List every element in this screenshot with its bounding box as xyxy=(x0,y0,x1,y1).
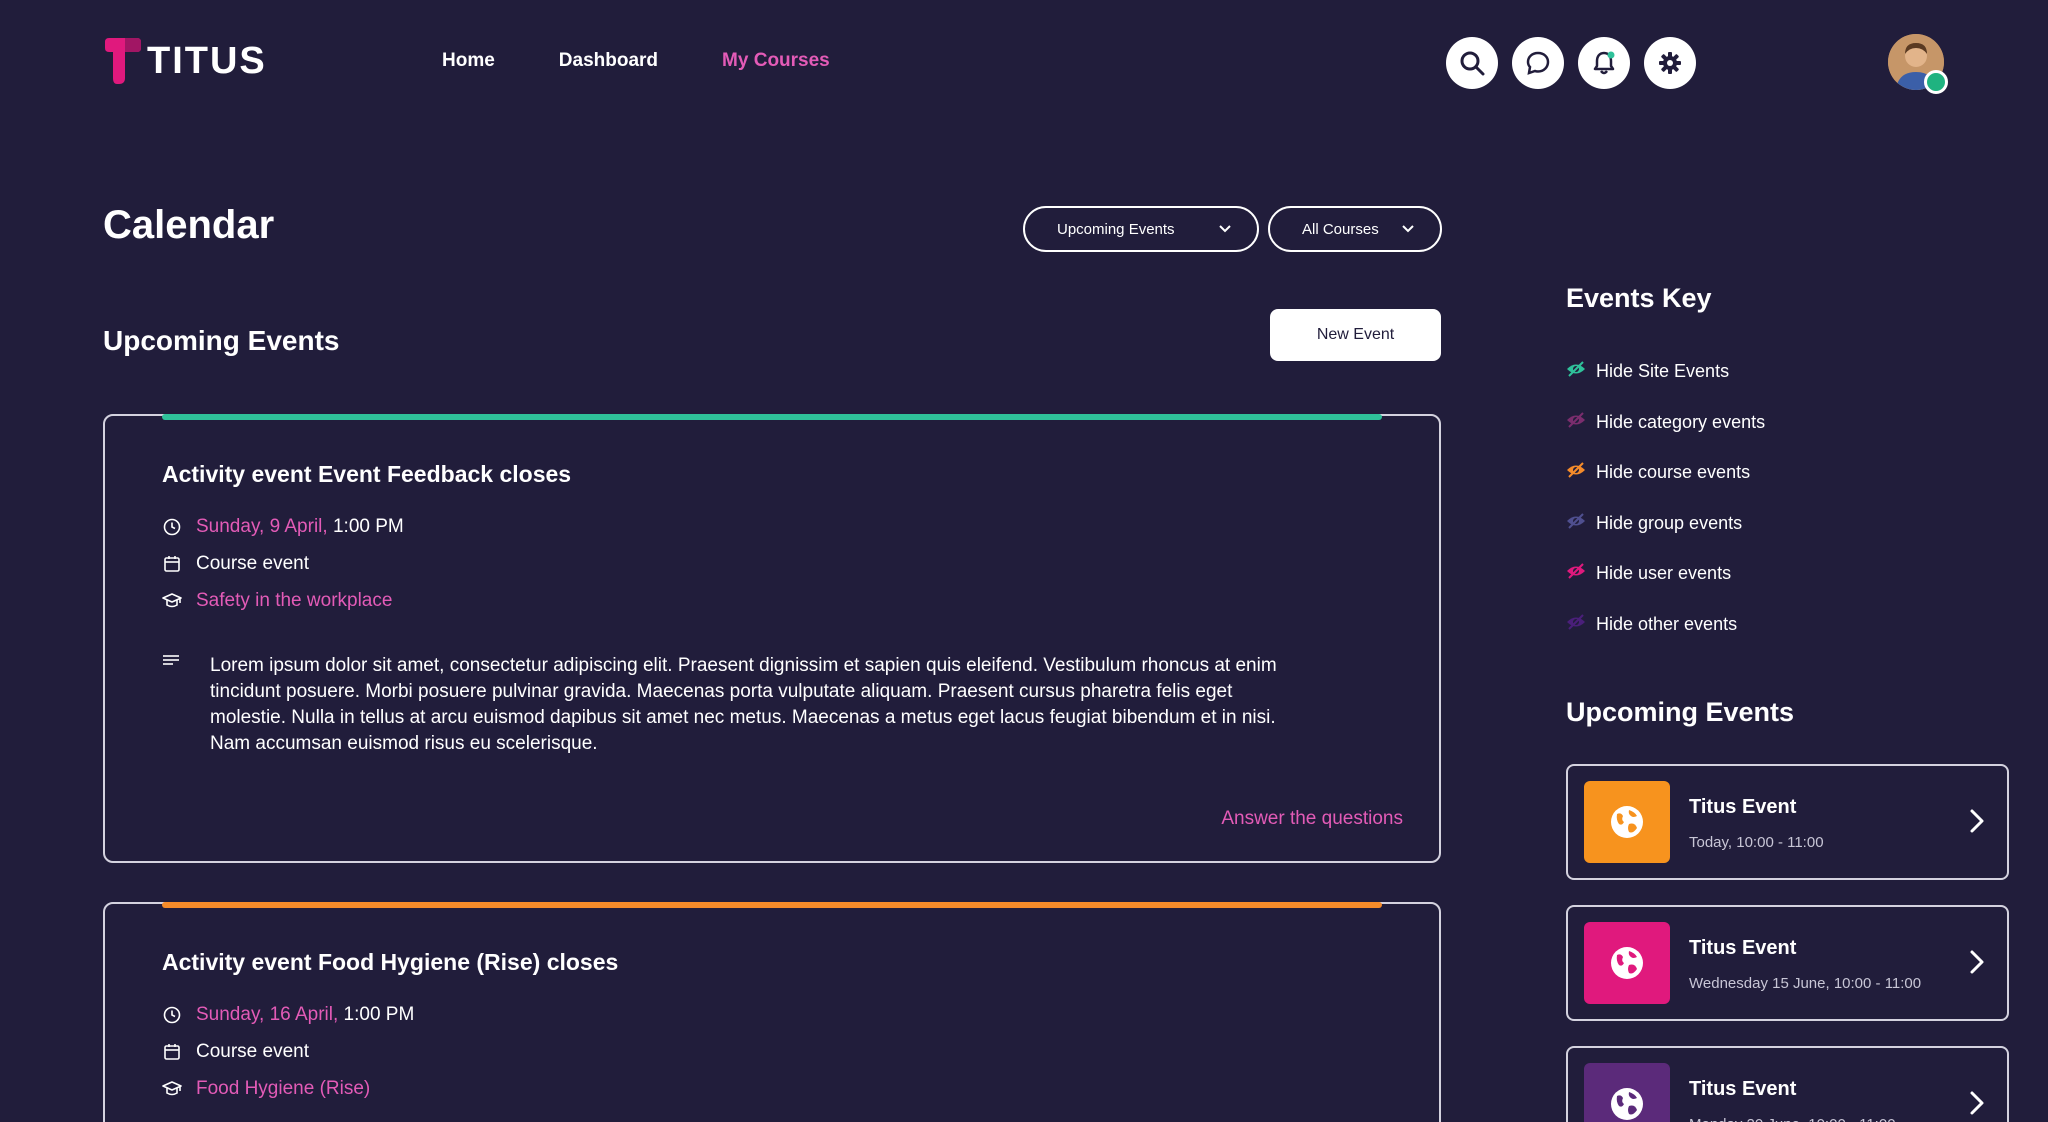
events-key-item[interactable]: Hide user events xyxy=(1566,563,1731,584)
upcoming-event-date: Wednesday 15 June, 10:00 - 11:00 xyxy=(1689,975,1922,992)
event-type-row: Course event xyxy=(162,553,309,575)
upcoming-event-name: Titus Event xyxy=(1689,1078,1797,1100)
events-key-item[interactable]: Hide category events xyxy=(1566,412,1765,433)
online-status-dot xyxy=(1924,70,1948,94)
upcoming-event-date: Monday 20 June, 10:00 - 11:00 xyxy=(1689,1116,1896,1122)
event-date: Sunday, 16 April, xyxy=(196,1004,339,1025)
calendar-page: TITUS Home Dashboard My Courses Calendar… xyxy=(0,0,2048,1122)
main-nav: Home Dashboard My Courses xyxy=(442,50,830,72)
upcoming-event-name: Titus Event xyxy=(1689,796,1797,818)
event-color-bar xyxy=(162,414,1382,420)
eye-slash-icon xyxy=(1566,361,1586,382)
event-color-bar xyxy=(162,902,1382,908)
section-title: Upcoming Events xyxy=(103,325,340,356)
event-type: Course event xyxy=(196,553,310,574)
upcoming-event-card[interactable]: Titus Event Monday 20 June, 10:00 - 11:00 xyxy=(1566,1046,2009,1122)
events-key-label: Hide course events xyxy=(1596,462,1751,482)
event-date: Sunday, 9 April, xyxy=(196,516,328,537)
page-title: Calendar xyxy=(103,203,275,247)
messages-button[interactable] xyxy=(1512,37,1564,89)
new-event-button[interactable]: New Event xyxy=(1270,309,1441,361)
event-description: Lorem ipsum dolor sit amet, consectetur … xyxy=(162,653,1300,757)
search-icon xyxy=(1460,51,1485,76)
chevron-down-icon xyxy=(1402,225,1414,233)
upcoming-title: Upcoming Events xyxy=(1566,697,1795,727)
description-lines-icon xyxy=(162,653,180,757)
settings-button[interactable] xyxy=(1644,37,1696,89)
gear-icon xyxy=(1659,52,1681,74)
notifications-button[interactable] xyxy=(1578,37,1630,89)
titus-logo[interactable]: TITUS xyxy=(103,38,267,84)
events-key-label: Hide other events xyxy=(1596,613,1738,634)
events-filter-value: Upcoming Events xyxy=(1057,220,1175,238)
upcoming-event-name: Titus Event xyxy=(1689,937,1797,959)
event-course-row: Safety in the workplace xyxy=(162,590,392,612)
event-course-row: Food Hygiene (Rise) xyxy=(162,1078,370,1100)
chevron-right-icon xyxy=(1970,950,1984,974)
events-key-item[interactable]: Hide course events xyxy=(1566,462,1750,483)
search-button[interactable] xyxy=(1446,37,1498,89)
calendar-icon xyxy=(162,1042,182,1062)
events-key-label: Hide user events xyxy=(1596,563,1732,583)
globe-icon xyxy=(1584,781,1670,863)
event-date-row: Sunday, 16 April, 1:00 PM xyxy=(162,1004,414,1026)
chat-icon xyxy=(1526,51,1550,75)
calendar-icon xyxy=(162,554,182,574)
event-title: Activity event Event Feedback closes xyxy=(162,461,572,487)
event-card: Activity event Food Hygiene (Rise) close… xyxy=(103,902,1441,1122)
eye-slash-icon xyxy=(1566,563,1586,584)
events-key-label: Hide group events xyxy=(1596,512,1743,533)
event-time: 1:00 PM xyxy=(332,516,404,537)
event-type-row: Course event xyxy=(162,1041,309,1063)
events-key-label: Hide Site Events xyxy=(1596,361,1730,381)
logo-text: TITUS xyxy=(147,39,267,82)
clock-icon xyxy=(162,1005,182,1025)
events-filter-select[interactable]: Upcoming Events xyxy=(1023,206,1259,252)
event-course-link[interactable]: Food Hygiene (Rise) xyxy=(196,1078,370,1100)
answer-questions-link[interactable]: Answer the questions xyxy=(1221,808,1403,830)
upcoming-event-card[interactable]: Titus Event Today, 10:00 - 11:00 xyxy=(1566,764,2009,880)
eye-slash-icon xyxy=(1566,411,1586,433)
eye-slash-icon xyxy=(1566,512,1586,534)
nav-my-courses[interactable]: My Courses xyxy=(722,50,830,72)
event-title: Activity event Food Hygiene (Rise) close… xyxy=(162,949,619,975)
eye-slash-icon xyxy=(1566,613,1586,635)
user-avatar[interactable] xyxy=(1888,34,1948,94)
event-type: Course event xyxy=(196,1041,310,1062)
event-time: 1:00 PM xyxy=(343,1004,415,1025)
clock-icon xyxy=(162,517,182,537)
upcoming-event-card[interactable]: Titus Event Wednesday 15 June, 10:00 - 11… xyxy=(1566,905,2009,1021)
events-key-item[interactable]: Hide Site Events xyxy=(1566,361,1729,382)
event-date-row: Sunday, 9 April, 1:00 PM xyxy=(162,516,404,538)
graduation-cap-icon xyxy=(162,591,182,611)
globe-icon xyxy=(1584,1063,1670,1122)
chevron-right-icon xyxy=(1970,809,1984,833)
upcoming-event-date: Today, 10:00 - 11:00 xyxy=(1689,834,1824,851)
chevron-down-icon xyxy=(1219,225,1231,233)
bell-icon xyxy=(1593,51,1615,75)
event-course-link[interactable]: Safety in the workplace xyxy=(196,590,392,612)
nav-dashboard[interactable]: Dashboard xyxy=(559,50,658,72)
event-description-text: Lorem ipsum dolor sit amet, consectetur … xyxy=(210,655,1277,754)
courses-filter-value: All Courses xyxy=(1302,220,1379,238)
events-key-label: Hide category events xyxy=(1596,411,1766,432)
event-card: Activity event Event Feedback closes Sun… xyxy=(103,414,1441,863)
events-key-title: Events Key xyxy=(1566,283,1712,313)
events-key-item[interactable]: Hide group events xyxy=(1566,513,1742,534)
courses-filter-select[interactable]: All Courses xyxy=(1268,206,1442,252)
globe-icon xyxy=(1584,922,1670,1004)
titus-logo-mark-icon xyxy=(103,38,141,84)
header-actions xyxy=(1446,37,1696,89)
graduation-cap-icon xyxy=(162,1079,182,1099)
chevron-right-icon xyxy=(1970,1091,1984,1115)
events-key-item[interactable]: Hide other events xyxy=(1566,614,1737,635)
eye-slash-icon xyxy=(1566,462,1586,483)
nav-home[interactable]: Home xyxy=(442,50,495,72)
